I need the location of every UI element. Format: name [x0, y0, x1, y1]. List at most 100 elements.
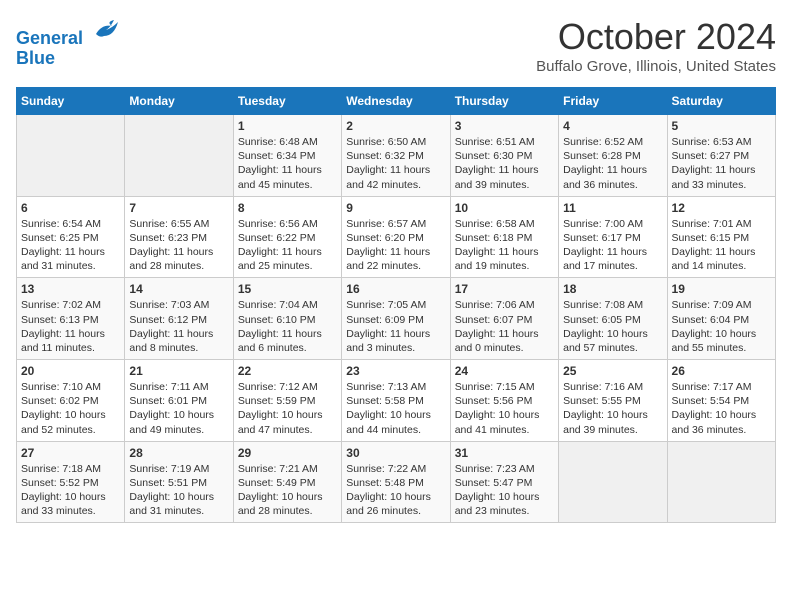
month-title: October 2024: [536, 16, 776, 58]
calendar-cell: [17, 115, 125, 197]
day-info: Sunrise: 7:22 AM Sunset: 5:48 PM Dayligh…: [346, 462, 445, 519]
calendar-cell: 10 Sunrise: 6:58 AM Sunset: 6:18 PM Dayli…: [450, 196, 558, 278]
day-number: 26: [672, 364, 771, 378]
day-number: 29: [238, 446, 337, 460]
day-number: 25: [563, 364, 662, 378]
calendar-cell: 6 Sunrise: 6:54 AM Sunset: 6:25 PM Daylig…: [17, 196, 125, 278]
calendar-cell: 12Sunrise: 7:01 AM Sunset: 6:15 PM Dayli…: [667, 196, 775, 278]
day-number: 22: [238, 364, 337, 378]
logo-bird-icon: [92, 16, 120, 44]
day-number: 7: [129, 201, 228, 215]
calendar-cell: 14 Sunrise: 7:03 AM Sunset: 6:12 PM Dayli…: [125, 278, 233, 360]
calendar-cell: 1Sunrise: 6:48 AM Sunset: 6:34 PM Daylig…: [233, 115, 341, 197]
day-info: Sunrise: 6:51 AM Sunset: 6:30 PM Dayligh…: [455, 135, 554, 192]
calendar-cell: 20 Sunrise: 7:10 AM Sunset: 6:02 PM Dayli…: [17, 360, 125, 442]
calendar-cell: 23 Sunrise: 7:13 AM Sunset: 5:58 PM Dayli…: [342, 360, 450, 442]
calendar-cell: 3Sunrise: 6:51 AM Sunset: 6:30 PM Daylig…: [450, 115, 558, 197]
calendar-cell: 28 Sunrise: 7:19 AM Sunset: 5:51 PM Dayli…: [125, 441, 233, 523]
day-info: Sunrise: 6:54 AM Sunset: 6:25 PM Dayligh…: [21, 217, 120, 274]
calendar-cell: 24Sunrise: 7:15 AM Sunset: 5:56 PM Dayli…: [450, 360, 558, 442]
page-header: General Blue October 2024 Buffalo Grove,…: [16, 16, 776, 75]
calendar-cell: 30 Sunrise: 7:22 AM Sunset: 5:48 PM Dayli…: [342, 441, 450, 523]
day-number: 30: [346, 446, 445, 460]
day-info: Sunrise: 7:13 AM Sunset: 5:58 PM Dayligh…: [346, 380, 445, 437]
header-day-saturday: Saturday: [667, 88, 775, 115]
calendar-cell: 16 Sunrise: 7:05 AM Sunset: 6:09 PM Dayli…: [342, 278, 450, 360]
week-row-0: 1Sunrise: 6:48 AM Sunset: 6:34 PM Daylig…: [17, 115, 776, 197]
day-number: 28: [129, 446, 228, 460]
day-number: 20: [21, 364, 120, 378]
day-number: 24: [455, 364, 554, 378]
day-number: 16: [346, 282, 445, 296]
header-day-friday: Friday: [559, 88, 667, 115]
header-day-sunday: Sunday: [17, 88, 125, 115]
calendar-cell: 8 Sunrise: 6:56 AM Sunset: 6:22 PM Daylig…: [233, 196, 341, 278]
calendar-cell: 4Sunrise: 6:52 AM Sunset: 6:28 PM Daylig…: [559, 115, 667, 197]
calendar-cell: 22 Sunrise: 7:12 AM Sunset: 5:59 PM Dayli…: [233, 360, 341, 442]
day-number: 27: [21, 446, 120, 460]
day-number: 5: [672, 119, 771, 133]
day-info: Sunrise: 7:00 AM Sunset: 6:17 PM Dayligh…: [563, 217, 662, 274]
week-row-2: 13 Sunrise: 7:02 AM Sunset: 6:13 PM Dayli…: [17, 278, 776, 360]
calendar-cell: 17Sunrise: 7:06 AM Sunset: 6:07 PM Dayli…: [450, 278, 558, 360]
day-number: 31: [455, 446, 554, 460]
day-number: 14: [129, 282, 228, 296]
day-number: 11: [563, 201, 662, 215]
calendar-cell: [559, 441, 667, 523]
calendar-table: SundayMondayTuesdayWednesdayThursdayFrid…: [16, 87, 776, 523]
location: Buffalo Grove, Illinois, United States: [536, 58, 776, 75]
header-day-tuesday: Tuesday: [233, 88, 341, 115]
calendar-cell: 29 Sunrise: 7:21 AM Sunset: 5:49 PM Dayli…: [233, 441, 341, 523]
day-info: Sunrise: 6:53 AM Sunset: 6:27 PM Dayligh…: [672, 135, 771, 192]
day-info: Sunrise: 7:01 AM Sunset: 6:15 PM Dayligh…: [672, 217, 771, 274]
calendar-cell: 5 Sunrise: 6:53 AM Sunset: 6:27 PM Daylig…: [667, 115, 775, 197]
day-info: Sunrise: 6:50 AM Sunset: 6:32 PM Dayligh…: [346, 135, 445, 192]
calendar-cell: 25 Sunrise: 7:16 AM Sunset: 5:55 PM Dayli…: [559, 360, 667, 442]
day-info: Sunrise: 7:16 AM Sunset: 5:55 PM Dayligh…: [563, 380, 662, 437]
logo-general: General: [16, 28, 83, 48]
day-info: Sunrise: 7:03 AM Sunset: 6:12 PM Dayligh…: [129, 298, 228, 355]
day-info: Sunrise: 6:58 AM Sunset: 6:18 PM Dayligh…: [455, 217, 554, 274]
day-info: Sunrise: 7:19 AM Sunset: 5:51 PM Dayligh…: [129, 462, 228, 519]
day-number: 10: [455, 201, 554, 215]
calendar-cell: 15 Sunrise: 7:04 AM Sunset: 6:10 PM Dayli…: [233, 278, 341, 360]
week-row-4: 27 Sunrise: 7:18 AM Sunset: 5:52 PM Dayli…: [17, 441, 776, 523]
day-number: 8: [238, 201, 337, 215]
calendar-cell: 18 Sunrise: 7:08 AM Sunset: 6:05 PM Dayli…: [559, 278, 667, 360]
day-number: 6: [21, 201, 120, 215]
day-info: Sunrise: 7:02 AM Sunset: 6:13 PM Dayligh…: [21, 298, 120, 355]
day-info: Sunrise: 7:04 AM Sunset: 6:10 PM Dayligh…: [238, 298, 337, 355]
day-number: 15: [238, 282, 337, 296]
calendar-cell: 9Sunrise: 6:57 AM Sunset: 6:20 PM Daylig…: [342, 196, 450, 278]
day-info: Sunrise: 7:12 AM Sunset: 5:59 PM Dayligh…: [238, 380, 337, 437]
calendar-cell: 21Sunrise: 7:11 AM Sunset: 6:01 PM Dayli…: [125, 360, 233, 442]
day-number: 17: [455, 282, 554, 296]
calendar-cell: 7 Sunrise: 6:55 AM Sunset: 6:23 PM Daylig…: [125, 196, 233, 278]
day-info: Sunrise: 7:10 AM Sunset: 6:02 PM Dayligh…: [21, 380, 120, 437]
calendar-cell: [667, 441, 775, 523]
day-number: 23: [346, 364, 445, 378]
day-info: Sunrise: 7:08 AM Sunset: 6:05 PM Dayligh…: [563, 298, 662, 355]
calendar-cell: 11 Sunrise: 7:00 AM Sunset: 6:17 PM Dayli…: [559, 196, 667, 278]
calendar-cell: 31Sunrise: 7:23 AM Sunset: 5:47 PM Dayli…: [450, 441, 558, 523]
day-info: Sunrise: 7:05 AM Sunset: 6:09 PM Dayligh…: [346, 298, 445, 355]
day-number: 18: [563, 282, 662, 296]
day-info: Sunrise: 7:18 AM Sunset: 5:52 PM Dayligh…: [21, 462, 120, 519]
header-day-monday: Monday: [125, 88, 233, 115]
day-number: 13: [21, 282, 120, 296]
day-number: 4: [563, 119, 662, 133]
day-number: 19: [672, 282, 771, 296]
logo-blue: Blue: [16, 48, 55, 68]
day-number: 9: [346, 201, 445, 215]
day-info: Sunrise: 7:11 AM Sunset: 6:01 PM Dayligh…: [129, 380, 228, 437]
calendar-cell: [125, 115, 233, 197]
header-day-wednesday: Wednesday: [342, 88, 450, 115]
day-info: Sunrise: 7:09 AM Sunset: 6:04 PM Dayligh…: [672, 298, 771, 355]
day-info: Sunrise: 7:21 AM Sunset: 5:49 PM Dayligh…: [238, 462, 337, 519]
day-info: Sunrise: 6:48 AM Sunset: 6:34 PM Dayligh…: [238, 135, 337, 192]
day-info: Sunrise: 7:17 AM Sunset: 5:54 PM Dayligh…: [672, 380, 771, 437]
day-info: Sunrise: 6:55 AM Sunset: 6:23 PM Dayligh…: [129, 217, 228, 274]
calendar-cell: 19 Sunrise: 7:09 AM Sunset: 6:04 PM Dayli…: [667, 278, 775, 360]
day-info: Sunrise: 6:56 AM Sunset: 6:22 PM Dayligh…: [238, 217, 337, 274]
week-row-1: 6 Sunrise: 6:54 AM Sunset: 6:25 PM Daylig…: [17, 196, 776, 278]
